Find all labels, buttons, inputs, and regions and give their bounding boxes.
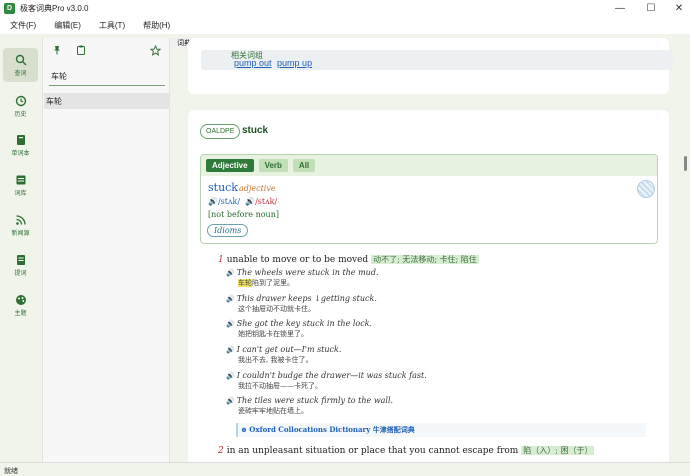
history-icon <box>15 95 27 107</box>
example-sentence: 🔊 The wheels were stuck in the mud. 车轮陷到了… <box>226 268 379 287</box>
phrasal-verbs-box: 相关词组 pump out pump up <box>201 50 673 70</box>
idioms-button[interactable]: Idioms <box>207 224 249 237</box>
phrasal-link[interactable]: pump out <box>234 58 272 68</box>
nav-item-history[interactable]: 历史 <box>3 89 38 123</box>
dictionary-stamp-icon <box>637 180 655 198</box>
speaker-icon-uk[interactable]: 🔊 <box>208 197 218 206</box>
window-title: 极客词典Pro v3.0.0 <box>20 4 89 13</box>
example-sentence: 🔊 I can't get out—I'm stuck. 我出不去, 我被卡住了。 <box>226 345 342 364</box>
sense-translation: 动不了; 无法移动; 卡住; 陷住 <box>371 255 479 264</box>
nav-item-library[interactable]: 词库 <box>3 168 38 202</box>
rss-icon <box>15 214 27 226</box>
scrollbar-thumb[interactable] <box>684 156 687 171</box>
nav-item-lookup[interactable]: 查词 <box>3 48 38 82</box>
sense-translation: 陷（入）; 困（于） <box>521 446 595 455</box>
title-bar: D 极客词典Pro v3.0.0 — ☐ ✕ <box>0 0 690 17</box>
example-sentence: 🔊 This drawer keeps ↓getting stuck. 这个抽屉动… <box>226 294 377 313</box>
phrasal-link[interactable]: pump up <box>277 58 312 68</box>
part-of-speech: adjective <box>239 184 276 193</box>
nav-item-theme[interactable]: 主题 <box>3 288 38 322</box>
menu-bar: 文件(F) 编辑(E) 工具(T) 帮助(H) <box>0 17 690 34</box>
menu-help[interactable]: 帮助(H) <box>143 20 170 31</box>
search-highlight: 车轮 <box>238 279 252 287</box>
dictionary-badge[interactable]: OALDPE <box>200 124 241 139</box>
maximize-button[interactable]: ☐ <box>636 0 666 17</box>
library-icon <box>15 174 27 186</box>
content-area: 词典 新闻 相关词组 pump out pump up OALDPE stuck… <box>171 38 690 462</box>
menu-file[interactable]: 文件(F) <box>10 20 36 31</box>
status-bar: 就绪 <box>0 462 690 476</box>
collocations-link[interactable]: ⊕ Oxford Collocations Dictionary 牛津搭配词典 <box>236 423 646 437</box>
clipboard-icon[interactable] <box>75 44 87 56</box>
search-panel: 车轮 车轮 <box>42 38 171 462</box>
nav-item-prompter[interactable]: 提词 <box>3 248 38 282</box>
entry-card: OALDPE stuck Adjective Verb All stuck ad… <box>188 110 669 462</box>
pron-uk: /stʌk/ <box>217 197 241 206</box>
nav-label: 提词 <box>14 270 27 277</box>
entry-word: stuck <box>242 125 269 136</box>
speaker-icon[interactable]: 🔊 <box>226 295 235 303</box>
grammar-note: [not before noun] <box>208 210 279 219</box>
speaker-icon[interactable]: 🔊 <box>226 269 235 277</box>
pron-us: /stʌk/ <box>255 197 278 206</box>
book-icon <box>15 134 27 146</box>
example-sentence: 🔊 I couldn't budge the drawer—it was stuc… <box>226 371 427 390</box>
minimize-button[interactable]: — <box>605 0 635 17</box>
phrasal-links: pump out pump up <box>234 58 315 68</box>
example-sentence: 🔊 The tiles were stuck firmly to the wall… <box>226 396 394 415</box>
sense-definition: 2 in an unpleasant situation or place tha… <box>218 446 595 456</box>
tab-verb[interactable]: Verb <box>258 159 288 172</box>
nav-label: 主题 <box>14 310 27 317</box>
nav-label: 历史 <box>14 111 27 118</box>
pin-icon[interactable] <box>51 44 63 56</box>
nav-item-news[interactable]: 新闻源 <box>3 208 38 242</box>
nav-label: 词库 <box>14 190 27 197</box>
example-sentence: 🔊 She got the key stuck in the lock. 她把钥匙… <box>226 319 373 338</box>
palette-icon <box>15 294 27 306</box>
sense-definition: 1 unable to move or to be moved 动不了; 无法移动… <box>218 255 479 265</box>
file-icon <box>15 254 27 266</box>
speaker-icon[interactable]: 🔊 <box>226 346 235 354</box>
left-nav: 查词 历史 单词本 词库 新闻源 提词 主题 <box>0 38 42 462</box>
list-item[interactable]: 车轮 <box>44 93 170 109</box>
speaker-icon[interactable]: 🔊 <box>226 397 235 405</box>
speaker-icon-us[interactable]: 🔊 <box>245 197 255 206</box>
nav-item-wordbook[interactable]: 单词本 <box>3 128 38 162</box>
star-icon[interactable] <box>149 44 161 56</box>
status-text: 就绪 <box>4 468 18 475</box>
close-button[interactable]: ✕ <box>664 0 690 17</box>
nav-label: 单词本 <box>11 150 30 157</box>
menu-tools[interactable]: 工具(T) <box>99 20 125 31</box>
app-logo-icon: D <box>4 3 15 14</box>
tab-all[interactable]: All <box>292 159 316 172</box>
pronunciation-row: 🔊/stʌk/ 🔊/stʌk/ <box>208 197 277 206</box>
previous-entry-card: 相关词组 pump out pump up <box>188 38 673 94</box>
headword: stuck <box>208 181 238 194</box>
search-input[interactable]: 车轮 <box>49 66 165 86</box>
entry-header-box: Adjective Verb All stuck adjective 🔊/stʌ… <box>200 154 658 244</box>
speaker-icon[interactable]: 🔊 <box>226 320 235 328</box>
nav-label: 查词 <box>14 70 27 77</box>
speaker-icon[interactable]: 🔊 <box>226 372 235 380</box>
tab-adjective[interactable]: Adjective <box>206 159 254 172</box>
nav-label: 新闻源 <box>11 230 30 237</box>
pos-tab-bar: Adjective Verb All <box>201 155 657 176</box>
search-icon <box>15 54 27 66</box>
menu-edit[interactable]: 编辑(E) <box>54 20 81 31</box>
